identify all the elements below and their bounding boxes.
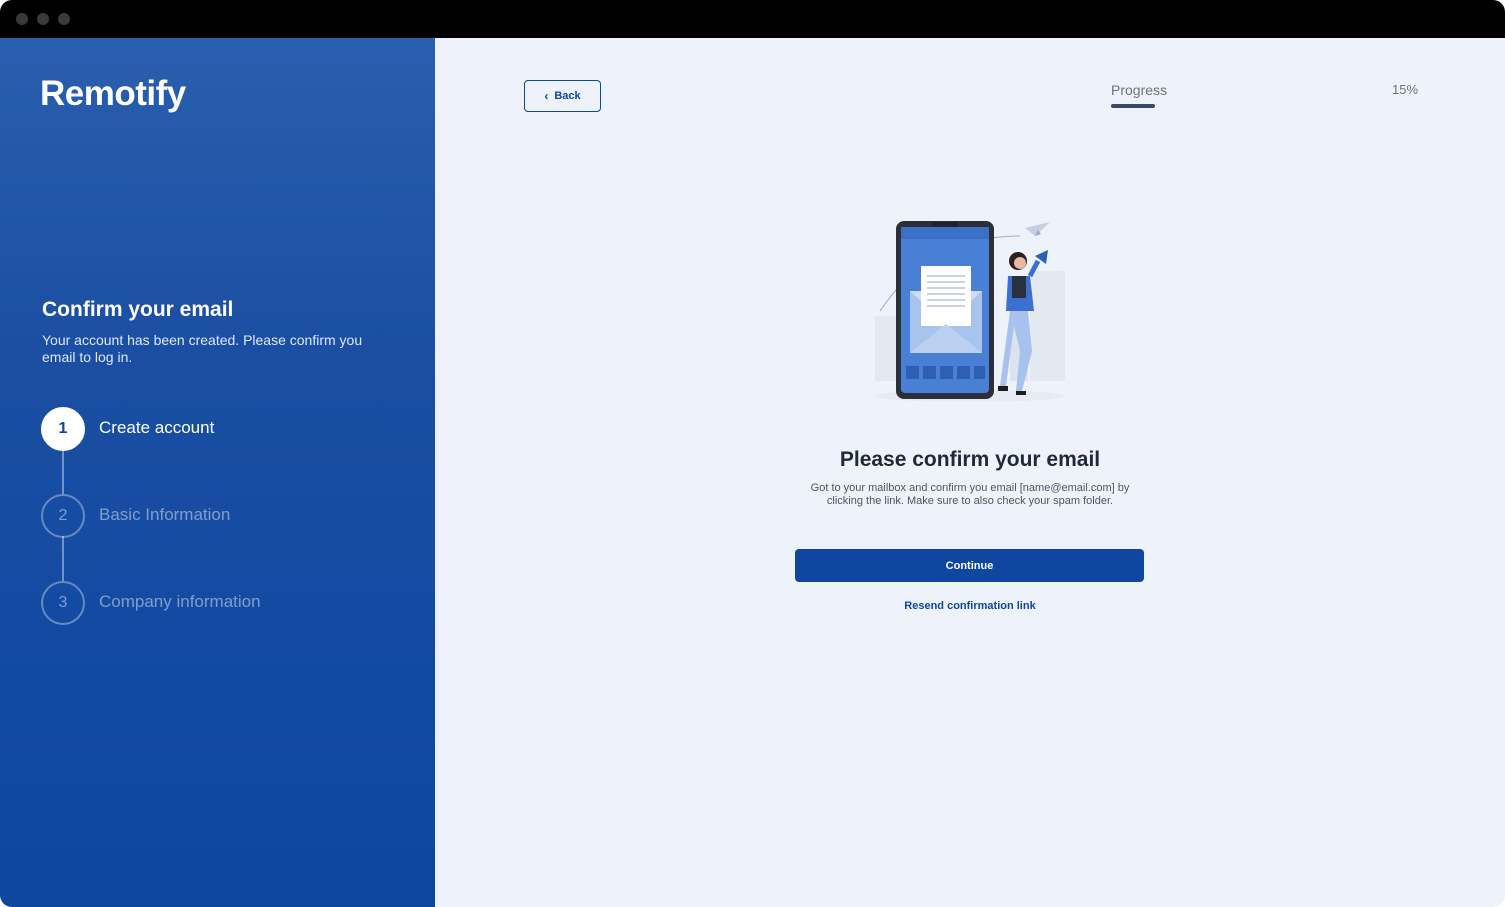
sidebar-description: Your account has been created. Please co… bbox=[42, 332, 363, 365]
chevron-left-icon: ‹ bbox=[544, 89, 549, 103]
main-panel: ‹ Back Progress 15% Please confirm your … bbox=[435, 38, 1505, 907]
step-company-information: 3 Company information bbox=[41, 581, 401, 625]
progress-bar-fill bbox=[1111, 104, 1155, 108]
step-number-circle: 1 bbox=[41, 407, 85, 451]
step-number-circle: 2 bbox=[41, 494, 85, 538]
continue-button[interactable]: Continue bbox=[795, 549, 1144, 582]
maximize-window-dot[interactable] bbox=[58, 13, 70, 25]
confirm-description: Got to your mailbox and confirm you emai… bbox=[810, 482, 1130, 507]
close-window-dot[interactable] bbox=[16, 13, 28, 25]
confirm-heading: Please confirm your email bbox=[839, 448, 1101, 471]
resend-confirmation-link[interactable]: Resend confirmation link bbox=[435, 600, 1505, 612]
progress-bar bbox=[1111, 104, 1401, 108]
back-button[interactable]: ‹ Back bbox=[524, 80, 601, 112]
title-bar bbox=[0, 0, 1505, 38]
app-window: Remotify Confirm your email Your account… bbox=[0, 0, 1505, 907]
step-connector bbox=[62, 449, 64, 494]
sidebar: Remotify Confirm your email Your account… bbox=[0, 38, 435, 907]
step-label: Company information bbox=[99, 592, 261, 611]
back-button-label: Back bbox=[554, 90, 581, 102]
email-confirmation-illustration bbox=[875, 221, 1065, 402]
step-connector bbox=[62, 536, 64, 581]
progress-value: 15% bbox=[1392, 82, 1419, 97]
step-number-circle: 3 bbox=[41, 581, 85, 625]
minimize-window-dot[interactable] bbox=[37, 13, 49, 25]
step-basic-information: 2 Basic Information bbox=[41, 494, 401, 538]
step-label: Basic Information bbox=[99, 505, 231, 524]
logo: Remotify bbox=[40, 74, 186, 113]
sidebar-title: Confirm your email bbox=[42, 298, 234, 321]
progress-label: Progress bbox=[1111, 82, 1168, 98]
step-label: Create account bbox=[99, 418, 215, 437]
step-create-account: 1 Create account bbox=[41, 407, 401, 451]
